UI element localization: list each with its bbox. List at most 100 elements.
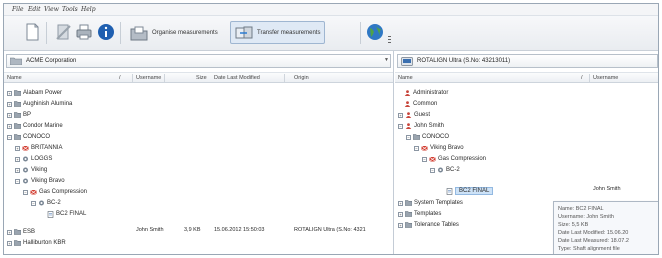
- toolbar-separator: [360, 22, 361, 44]
- folder-icon: [412, 134, 421, 140]
- collapse-icon[interactable]: −: [422, 156, 427, 162]
- collapse-icon[interactable]: −: [430, 167, 435, 173]
- right-tree-item[interactable]: − Gas Compression: [422, 154, 486, 164]
- collapse-icon[interactable]: −: [31, 200, 36, 206]
- left-tree-item[interactable]: + Condor Marine: [7, 121, 63, 131]
- machine-icon: [30, 189, 37, 195]
- left-tree-item-label: Aughinish Alumina: [23, 101, 73, 107]
- expand-icon[interactable]: +: [15, 156, 20, 162]
- globe-icon[interactable]: [365, 22, 385, 42]
- sort-icon: /: [119, 75, 121, 81]
- left-column-header: Name / Username Size Date Last Modified …: [4, 72, 393, 83]
- right-tree-item[interactable]: − Viking Bravo: [414, 143, 464, 153]
- collapse-icon[interactable]: −: [414, 145, 419, 151]
- chevron-down-icon[interactable]: ▼: [384, 57, 389, 63]
- left-tree-item[interactable]: + LOGGS: [15, 154, 52, 164]
- left-tree-item[interactable]: + ESB: [7, 227, 35, 237]
- collapse-icon[interactable]: −: [15, 178, 20, 184]
- left-tree-item[interactable]: + Alabam Power: [7, 88, 62, 98]
- file-tooltip: Name: BC2 FINAL Username: John Smith Siz…: [553, 201, 658, 254]
- left-tree-item[interactable]: − CONOCO: [7, 132, 50, 142]
- left-tree-item[interactable]: − Gas Compression: [23, 187, 87, 197]
- plant-icon: [22, 178, 29, 184]
- delete-icon[interactable]: [54, 22, 74, 42]
- column-separator: [589, 74, 590, 82]
- expand-icon[interactable]: +: [7, 90, 12, 96]
- right-tree-item-label: BC2 FINAL: [455, 187, 494, 195]
- selected-file-username: John Smith: [593, 186, 621, 192]
- expand-icon[interactable]: +: [398, 112, 403, 118]
- column-name[interactable]: Name: [7, 75, 22, 81]
- menu-view[interactable]: View: [44, 6, 59, 13]
- organise-measurements-button[interactable]: Organise measurements: [125, 21, 223, 44]
- device-icon: [401, 56, 413, 66]
- collapse-icon[interactable]: −: [406, 134, 411, 140]
- right-tree-item[interactable]: Common: [404, 99, 437, 109]
- left-tree-item[interactable]: − Viking Bravo: [15, 176, 65, 186]
- user-icon: [404, 90, 411, 96]
- right-tree-item[interactable]: + System Templates: [398, 198, 463, 208]
- menu-file[interactable]: File: [12, 6, 24, 13]
- left-tree-item[interactable]: + Halliburton KBR: [7, 238, 66, 248]
- right-tree-item[interactable]: BC2 FINAL: [446, 186, 494, 196]
- expand-icon[interactable]: +: [398, 222, 403, 228]
- left-tree-item[interactable]: BC2 FINAL: [47, 209, 86, 219]
- left-tree-item-label: BC2 FINAL: [56, 211, 87, 217]
- info-icon[interactable]: [96, 22, 116, 42]
- column-separator: [132, 74, 133, 82]
- transfer-measurements-button[interactable]: Transfer measurements: [230, 21, 326, 44]
- left-tree-item-label: Alabam Power: [23, 90, 63, 96]
- expand-icon[interactable]: +: [398, 200, 403, 206]
- right-tree-item[interactable]: − BC-2: [430, 165, 460, 175]
- column-username[interactable]: Username: [593, 75, 618, 81]
- column-date-modified[interactable]: Date Last Modified: [214, 75, 260, 81]
- file-size: 3,9 KB: [184, 227, 201, 233]
- left-tree-item[interactable]: + BRITANNIA: [15, 143, 63, 153]
- print-icon[interactable]: [74, 22, 94, 42]
- expand-icon[interactable]: +: [7, 240, 12, 246]
- right-tree-item[interactable]: − John Smith: [398, 121, 444, 131]
- folder-icon: [13, 240, 22, 246]
- expand-icon[interactable]: +: [7, 229, 12, 235]
- menu-help[interactable]: Help: [81, 6, 96, 13]
- collapse-icon[interactable]: −: [7, 134, 12, 140]
- left-tree-item[interactable]: + Aughinish Alumina: [7, 99, 72, 109]
- right-tree-item[interactable]: Administrator: [404, 88, 448, 98]
- expand-icon[interactable]: +: [7, 101, 12, 107]
- toolbar: Organise measurements Transfer measureme…: [4, 16, 658, 51]
- collapse-icon[interactable]: −: [398, 123, 403, 129]
- column-origin[interactable]: Origin: [294, 75, 309, 81]
- left-tree-item[interactable]: + BP: [7, 110, 31, 120]
- user-icon: [405, 112, 412, 118]
- tooltip-line: Date Last Modified: 15.06.20: [558, 230, 629, 236]
- left-path-selector[interactable]: ACME Corporation: [6, 54, 391, 68]
- expand-icon[interactable]: +: [398, 211, 403, 217]
- new-document-icon[interactable]: [22, 22, 42, 42]
- expand-icon[interactable]: +: [15, 167, 20, 173]
- expand-icon[interactable]: +: [7, 123, 12, 129]
- left-tree-item[interactable]: + Viking: [15, 165, 47, 175]
- folder-icon: [13, 90, 22, 96]
- transfer-icon: [235, 26, 253, 38]
- left-tree-item[interactable]: − BC-2: [31, 198, 61, 208]
- expand-icon[interactable]: +: [7, 112, 12, 118]
- column-size[interactable]: Size: [196, 75, 207, 81]
- column-name[interactable]: Name: [398, 75, 413, 81]
- file-date-modified: 15.06.2012 15:50:03: [214, 227, 265, 233]
- right-tree-item[interactable]: − CONOCO: [406, 132, 449, 142]
- right-path-selector[interactable]: ROTALIGN Ultra (S.No: 43213011): [397, 54, 658, 68]
- folder-icon: [10, 57, 22, 65]
- right-tree-item-label: Templates: [414, 211, 442, 217]
- folder-icon: [13, 112, 22, 118]
- menu-edit[interactable]: Edit: [28, 6, 41, 13]
- column-username[interactable]: Username: [136, 75, 161, 81]
- right-tree-item[interactable]: + Guest: [398, 110, 430, 120]
- left-tree-item-label: CONOCO: [23, 134, 50, 140]
- expand-icon[interactable]: +: [15, 145, 20, 151]
- plant-icon: [22, 167, 29, 173]
- right-tree-item[interactable]: + Templates: [398, 209, 441, 219]
- collapse-icon[interactable]: −: [23, 189, 28, 195]
- user-icon: [404, 101, 411, 107]
- right-tree-item[interactable]: + Tolerance Tables: [398, 220, 459, 230]
- menu-tools[interactable]: Tools: [62, 6, 78, 13]
